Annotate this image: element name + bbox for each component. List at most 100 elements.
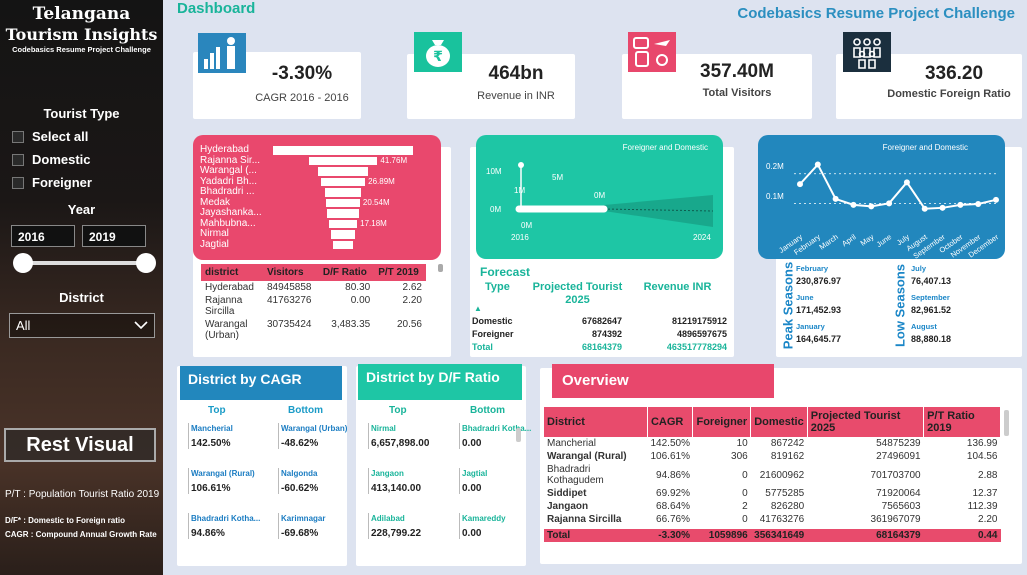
scrollbar-thumb[interactable] [516, 428, 521, 442]
forecast-col-projected[interactable]: Projected Tourist 2025 [530, 281, 625, 307]
data-point[interactable] [797, 181, 803, 188]
scrollbar-thumb[interactable] [1004, 410, 1009, 436]
overview-col-header[interactable]: Foreigner [692, 407, 752, 437]
district-value: 0.00 [462, 483, 482, 494]
overview-col-header[interactable]: Domestic [750, 407, 808, 437]
option-select-all[interactable]: Select all [12, 129, 88, 144]
funnel-bar[interactable] [325, 188, 361, 197]
col-header-visitors[interactable]: Visitors [263, 264, 319, 281]
checkbox[interactable] [12, 176, 24, 189]
table-row[interactable]: Bhadradri Kothagudem 94.86% 0 21600962 70170… [544, 463, 1001, 487]
district-name[interactable]: Nalgonda [281, 469, 359, 478]
district-value: 106.61% [191, 483, 231, 494]
year-slider-start-handle[interactable] [13, 253, 33, 273]
year-slider-track[interactable] [22, 261, 146, 265]
year-slider-end-handle[interactable] [136, 253, 156, 273]
funnel-bar[interactable] [333, 240, 353, 249]
table-row[interactable]: Jangaon 68.64% 2 826280 7565603 112.39 [544, 500, 1001, 513]
col-header-df-ratio[interactable]: D/F Ratio [318, 264, 375, 281]
funnel-bar[interactable] [273, 146, 413, 155]
data-point[interactable] [832, 195, 839, 202]
forecast-total-cell: 68164379 [581, 342, 622, 352]
table-row[interactable]: Hyderabad 84945858 80.30 2.62 [201, 281, 426, 294]
option-foreigner[interactable]: Foreigner [12, 175, 92, 190]
district-name[interactable]: Warangal (Urban) [281, 424, 359, 433]
district-value: 0.00 [462, 438, 482, 449]
sort-up-icon[interactable]: ▲ [474, 304, 482, 313]
x-tick: March [818, 232, 840, 251]
y-tick: 0M [490, 205, 502, 214]
year-from-input[interactable]: 2016 [11, 225, 75, 247]
forecast-col-revenue[interactable]: Revenue INR [640, 281, 715, 293]
season-value: 164,645.77 [796, 334, 842, 344]
district-value: 142.50% [191, 438, 231, 449]
data-point[interactable] [939, 204, 946, 211]
district-name[interactable]: Bhadradri Kotha... [462, 424, 540, 433]
season-month: January [796, 322, 825, 331]
district-name[interactable]: Jagtial [462, 469, 540, 478]
district-value: 94.86% [191, 528, 225, 539]
overview-col-header[interactable]: Projected Tourist 2025 [807, 407, 925, 437]
legend-df: D/F* : Domestic to Foreign ratio [5, 516, 126, 525]
overview-col-header[interactable]: P/T Ratio 2019 [923, 407, 1001, 437]
district-label: District [59, 290, 104, 305]
kpi-label: Revenue in INR [477, 90, 555, 102]
funnel-bar[interactable] [308, 156, 378, 165]
item-divider [368, 513, 369, 539]
table-row[interactable]: Siddipet 69.92% 0 5775285 71920064 12.37 [544, 487, 1001, 500]
df-panel-title: District by D/F Ratio [358, 364, 522, 400]
data-point[interactable] [921, 205, 928, 212]
scrollbar-thumb[interactable] [438, 264, 443, 272]
checkbox[interactable] [12, 130, 24, 143]
district-name[interactable]: Karimnagar [281, 514, 359, 523]
item-divider [188, 423, 189, 449]
table-row[interactable]: Rajanna Sircilla 66.76% 0 41763276 361967079… [544, 513, 1001, 526]
forecast-cell: 81219175912 [671, 316, 727, 326]
col-header-district[interactable]: district [201, 264, 263, 281]
table-row[interactable]: Warangal (Rural) 106.61% 306 819162 27496091… [544, 450, 1001, 463]
funnel-bar[interactable] [328, 219, 358, 228]
data-point[interactable] [993, 196, 999, 203]
forecast-title: Forecast [480, 265, 531, 279]
funnel-bar[interactable] [326, 198, 360, 207]
option-domestic[interactable]: Domestic [12, 152, 91, 167]
district-name[interactable]: Mancherial [191, 424, 269, 433]
data-point[interactable] [903, 179, 910, 186]
district-name[interactable]: Kamareddy [462, 514, 540, 523]
year-to-input[interactable]: 2019 [82, 225, 146, 247]
funnel-bar[interactable] [317, 167, 369, 176]
data-point[interactable] [814, 161, 821, 168]
data-point[interactable] [957, 201, 964, 208]
funnel-value-label: 17.18M [360, 218, 387, 228]
district-name[interactable]: Warangal (Rural) [191, 469, 269, 478]
data-point[interactable] [886, 200, 893, 207]
overview-col-header[interactable]: District [544, 407, 648, 437]
data-label: 0M [594, 191, 606, 200]
app-title: Telangana [32, 4, 131, 24]
item-divider [459, 423, 460, 449]
overview-col-header[interactable]: CAGR [647, 407, 694, 437]
table-row[interactable]: Warangal (Urban) 30735424 3,483.35 20.56 [201, 318, 426, 342]
district-dropdown[interactable]: All [9, 313, 155, 338]
data-point[interactable] [850, 201, 857, 208]
checkbox[interactable] [12, 153, 24, 166]
district-name[interactable]: Adilabad [371, 514, 449, 523]
district-name[interactable]: Nirmal [371, 424, 449, 433]
col-header-pt-2019[interactable]: P/T 2019 [374, 264, 426, 281]
funnel-value-label: 41.76M [380, 155, 408, 165]
funnel-bar[interactable] [331, 230, 355, 239]
travel-icon [628, 32, 676, 72]
table-row[interactable]: Rajanna Sircilla 41763276 0.00 2.20 [201, 294, 426, 318]
forecast-col-type[interactable]: Type [485, 281, 510, 293]
data-point[interactable] [975, 200, 982, 207]
funnel-bar[interactable] [327, 209, 359, 218]
district-name[interactable]: Jangaon [371, 469, 449, 478]
season-month: September [911, 293, 950, 302]
district-name[interactable]: Bhadradri Kotha... [191, 514, 269, 523]
cagr-panel-title: District by CAGR [180, 366, 342, 400]
funnel-bar[interactable] [320, 177, 366, 186]
table-row[interactable]: Mancherial 142.50% 10 867242 54875239 136.99 [544, 437, 1001, 450]
data-point[interactable] [868, 203, 875, 210]
district-value: 413,140.00 [371, 483, 422, 494]
reset-visual-button[interactable]: Rest Visual [4, 428, 156, 462]
